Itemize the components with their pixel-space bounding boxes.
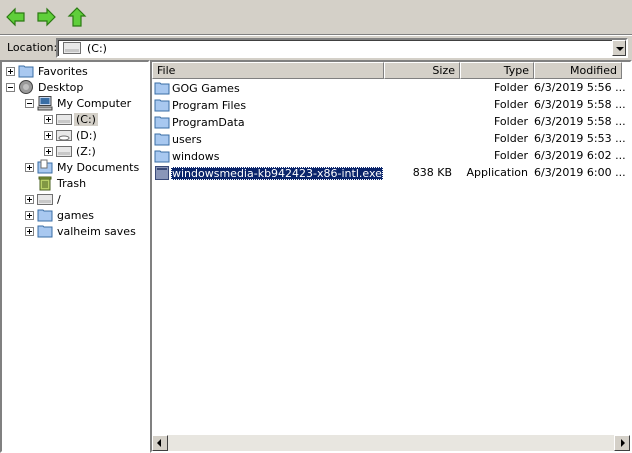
tree-item-label: valheim saves <box>57 224 136 238</box>
folder-tree: Favorites Desktop My Computer (C:) (D:) <box>0 60 150 453</box>
tree-item-trash[interactable]: Trash <box>37 175 88 191</box>
documents-folder-icon <box>37 159 53 175</box>
tree-item-root[interactable]: / <box>25 191 63 207</box>
tree-item-label: games <box>57 208 94 222</box>
tree-item-drive-d[interactable]: (D:) <box>44 127 99 143</box>
forward-button[interactable] <box>35 6 57 28</box>
computer-icon <box>37 95 53 111</box>
expand-icon[interactable] <box>25 194 34 204</box>
file-type: Folder <box>494 115 528 128</box>
drive-icon <box>56 143 72 159</box>
file-modified: 6/3/2019 5:58 ... <box>534 98 626 111</box>
expand-icon[interactable] <box>25 162 34 172</box>
file-modified: 6/3/2019 6:00 ... <box>534 166 626 179</box>
tree-item-label: My Documents <box>57 160 140 174</box>
file-modified: 6/3/2019 5:53 ... <box>534 132 626 145</box>
forward-arrow-icon <box>37 7 56 27</box>
file-type: Folder <box>494 81 528 94</box>
tree-item-label: (D:) <box>76 128 97 142</box>
expand-icon[interactable] <box>44 146 53 156</box>
tree-item-label: (C:) <box>74 112 98 126</box>
column-header-type[interactable]: Type <box>460 62 534 79</box>
folder-icon <box>37 223 53 239</box>
table-row[interactable]: windows Folder 6/3/2019 6:02 ... <box>152 148 630 165</box>
expand-icon[interactable] <box>6 66 15 76</box>
file-modified: 6/3/2019 6:02 ... <box>534 149 626 162</box>
file-modified: 6/3/2019 5:58 ... <box>534 115 626 128</box>
desktop-icon <box>18 79 34 95</box>
tree-item-valheim-saves[interactable]: valheim saves <box>25 223 138 239</box>
file-name: windows <box>172 149 220 163</box>
tree-item-my-documents[interactable]: My Documents <box>25 159 141 175</box>
back-arrow-icon <box>6 7 25 27</box>
drive-icon <box>63 42 81 57</box>
location-value: (C:) <box>87 42 107 55</box>
file-list: File Size Type Modified GOG Games Folder… <box>150 60 632 453</box>
toolbar <box>0 0 632 36</box>
up-arrow-icon <box>67 7 87 27</box>
back-button[interactable] <box>5 6 27 28</box>
up-button[interactable] <box>66 6 88 28</box>
column-header-modified[interactable]: Modified <box>534 62 622 79</box>
table-row[interactable]: windowsmedia-kb942423-x86-intl.exe 838 K… <box>152 165 630 182</box>
tree-item-favorites[interactable]: Favorites <box>6 63 90 79</box>
file-type: Folder <box>494 98 528 111</box>
tree-item-label: (Z:) <box>76 144 96 158</box>
folder-icon <box>154 97 170 113</box>
file-type: Application <box>466 166 528 179</box>
collapse-icon[interactable] <box>25 98 34 108</box>
column-header-file[interactable]: File <box>152 62 384 79</box>
horizontal-scrollbar[interactable] <box>152 435 630 451</box>
tree-item-label: My Computer <box>57 96 132 110</box>
tree-item-my-computer[interactable]: My Computer <box>25 95 133 111</box>
table-row[interactable]: Program Files Folder 6/3/2019 5:58 ... <box>152 97 630 114</box>
tree-item-desktop[interactable]: Desktop <box>6 79 85 95</box>
folder-icon <box>154 148 170 164</box>
scroll-right-button[interactable] <box>614 435 630 451</box>
drive-icon <box>37 191 53 207</box>
scroll-left-button[interactable] <box>152 435 168 451</box>
file-name: users <box>172 132 202 146</box>
cdrom-drive-icon <box>56 127 72 143</box>
folder-icon <box>154 114 170 130</box>
file-name: ProgramData <box>172 115 245 129</box>
folder-icon <box>18 63 34 79</box>
table-row[interactable]: ProgramData Folder 6/3/2019 5:58 ... <box>152 114 630 131</box>
file-name: windowsmedia-kb942423-x86-intl.exe <box>171 166 383 180</box>
collapse-icon[interactable] <box>6 82 15 92</box>
tree-item-label: Desktop <box>38 80 84 94</box>
file-type: Folder <box>494 149 528 162</box>
tree-item-label: / <box>57 192 61 206</box>
tree-item-label: Favorites <box>38 64 88 78</box>
expand-icon[interactable] <box>25 210 34 220</box>
folder-icon <box>154 80 170 96</box>
file-size: 838 KB <box>412 166 452 179</box>
tree-item-games[interactable]: games <box>25 207 96 223</box>
folder-icon <box>154 131 170 147</box>
table-row[interactable]: GOG Games Folder 6/3/2019 5:56 ... <box>152 80 630 97</box>
expand-icon[interactable] <box>44 114 53 124</box>
location-label: Location: <box>7 41 58 54</box>
tree-item-drive-c[interactable]: (C:) <box>44 111 98 127</box>
folder-icon <box>37 207 53 223</box>
trash-icon <box>37 175 53 191</box>
table-row[interactable]: users Folder 6/3/2019 5:53 ... <box>152 131 630 148</box>
file-name: Program Files <box>172 98 247 112</box>
expand-icon[interactable] <box>44 130 53 140</box>
column-header-size[interactable]: Size <box>384 62 460 79</box>
file-modified: 6/3/2019 5:56 ... <box>534 81 626 94</box>
tree-item-drive-z[interactable]: (Z:) <box>44 143 98 159</box>
file-name: GOG Games <box>172 81 240 95</box>
location-bar: Location: (C:) <box>0 36 632 60</box>
drive-icon <box>56 111 72 127</box>
location-dropdown-button[interactable] <box>612 40 626 56</box>
file-type: Folder <box>494 132 528 145</box>
location-combo[interactable]: (C:) <box>56 38 628 58</box>
tree-item-label: Trash <box>57 176 87 190</box>
executable-file-icon <box>154 165 170 181</box>
expand-icon[interactable] <box>25 226 34 236</box>
